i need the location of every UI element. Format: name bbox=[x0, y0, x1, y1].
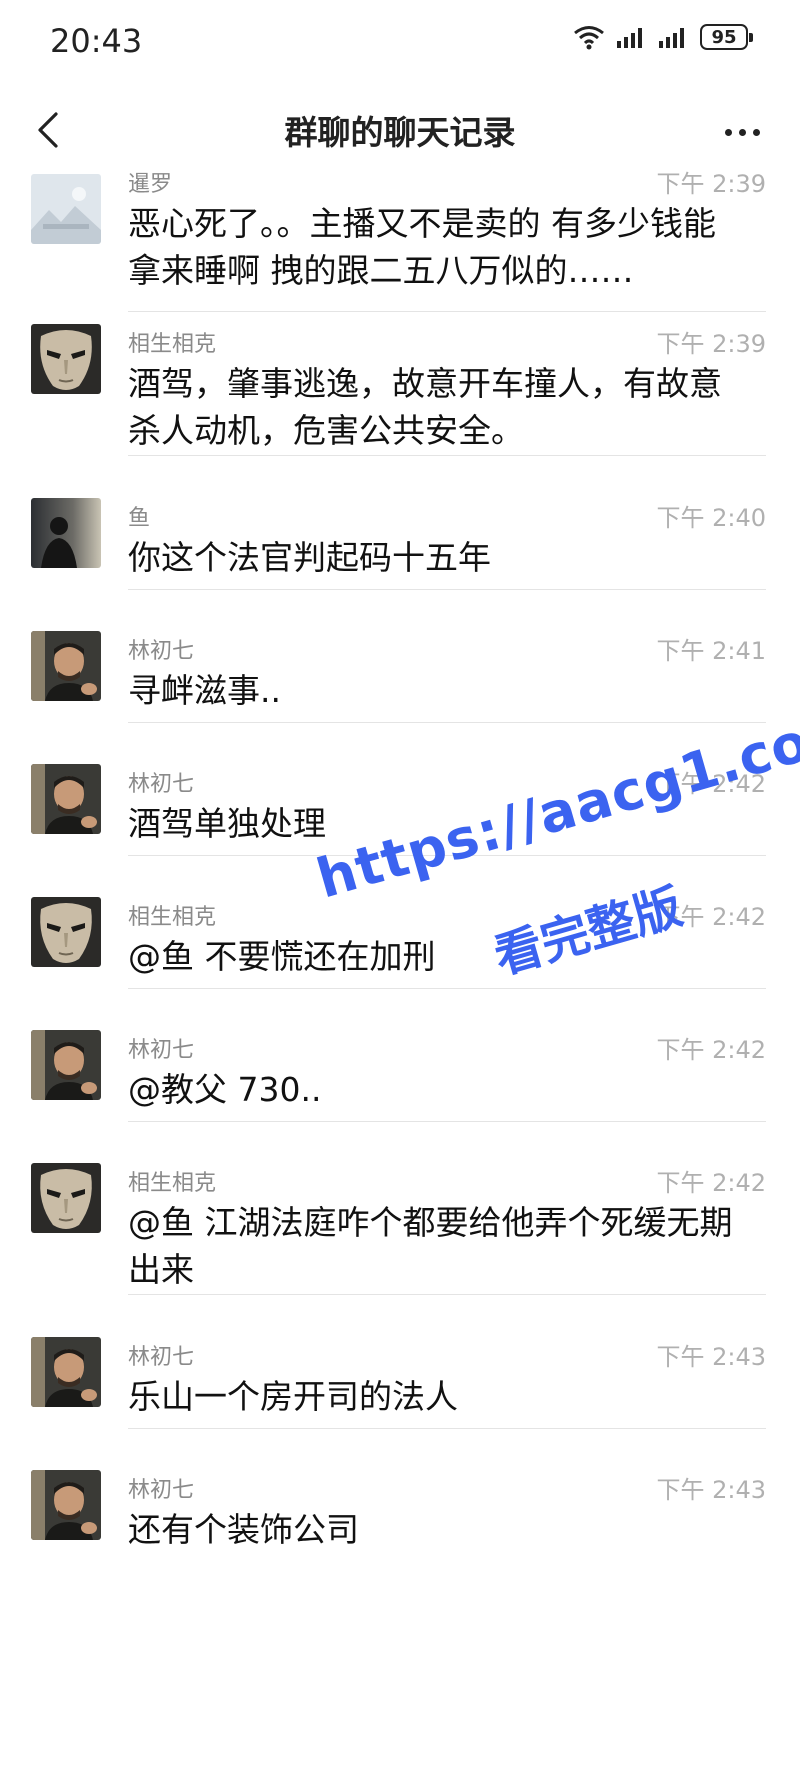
message-text: 酒驾，肇事逃逸，故意开车撞人，有故意 杀人动机，危害公共安全。 bbox=[128, 360, 768, 454]
message-text: 你这个法官判起码十五年 bbox=[128, 534, 768, 581]
sender-name: 相生相克 bbox=[128, 1171, 217, 1196]
message-line: 乐山一个房开司的法人 bbox=[128, 1377, 458, 1416]
message-line: 拿来睡啊 拽的跟二五八万似的…… bbox=[128, 251, 634, 290]
sender-name: 暹罗 bbox=[128, 172, 173, 197]
signal-icon bbox=[616, 25, 648, 49]
wifi-icon bbox=[572, 24, 606, 50]
message-text: 乐山一个房开司的法人 bbox=[128, 1373, 768, 1420]
message-time: 下午 2:42 bbox=[656, 1169, 766, 1197]
man-avatar[interactable] bbox=[31, 1030, 101, 1100]
message-text: @鱼 不要慌还在加刑 bbox=[128, 933, 768, 980]
message-line: 酒驾，肇事逃逸，故意开车撞人，有故意 bbox=[128, 364, 722, 403]
nav-bar: 群聊的聊天记录 bbox=[0, 84, 800, 176]
message-line: 寻衅滋事.. bbox=[128, 671, 281, 710]
message-text: @鱼 江湖法庭咋个都要给他弄个死缓无期 出来 bbox=[128, 1199, 768, 1293]
message-time: 下午 2:43 bbox=[656, 1476, 766, 1504]
message-time: 下午 2:42 bbox=[656, 1036, 766, 1064]
message-line: 酒驾单独处理 bbox=[128, 804, 326, 843]
message-time: 下午 2:42 bbox=[656, 770, 766, 798]
mask-avatar[interactable] bbox=[31, 1163, 101, 1233]
more-button[interactable] bbox=[712, 112, 772, 152]
message-time: 下午 2:41 bbox=[656, 637, 766, 665]
message-time: 下午 2:39 bbox=[656, 170, 766, 198]
message-time: 下午 2:42 bbox=[656, 903, 766, 931]
status-icons: 95 bbox=[572, 24, 753, 50]
message-line: @鱼 不要慌还在加刑 bbox=[128, 937, 436, 976]
message-line: 杀人动机，危害公共安全。 bbox=[128, 411, 524, 450]
landscape-avatar[interactable] bbox=[31, 174, 101, 244]
message-text: 还有个装饰公司 bbox=[128, 1506, 768, 1553]
message-line: @教父 730.. bbox=[128, 1070, 322, 1109]
message-text: 寻衅滋事.. bbox=[128, 667, 768, 714]
sender-name: 林初七 bbox=[128, 772, 195, 797]
message-line: 还有个装饰公司 bbox=[128, 1510, 359, 1549]
message-text: 酒驾单独处理 bbox=[128, 800, 768, 847]
status-bar: 20:43 95 bbox=[0, 0, 800, 84]
sender-name: 林初七 bbox=[128, 1345, 195, 1370]
message-divider bbox=[128, 589, 766, 590]
more-dots-icon bbox=[724, 128, 732, 136]
status-time: 20:43 bbox=[50, 22, 143, 60]
message-divider bbox=[128, 311, 766, 312]
man-avatar[interactable] bbox=[31, 1470, 101, 1540]
message-divider bbox=[128, 455, 766, 456]
message-time: 下午 2:43 bbox=[656, 1343, 766, 1371]
man-avatar[interactable] bbox=[31, 631, 101, 701]
sender-name: 林初七 bbox=[128, 639, 195, 664]
silhouette-avatar[interactable] bbox=[31, 498, 101, 568]
sender-name: 相生相克 bbox=[128, 332, 217, 357]
message-text: @教父 730.. bbox=[128, 1066, 768, 1113]
message-text: 恶心死了。。主播又不是卖的 有多少钱能 拿来睡啊 拽的跟二五八万似的…… bbox=[128, 200, 768, 294]
message-divider bbox=[128, 1121, 766, 1122]
message-divider bbox=[128, 1428, 766, 1429]
message-line: @鱼 江湖法庭咋个都要给他弄个死缓无期 bbox=[128, 1203, 733, 1242]
mask-avatar[interactable] bbox=[31, 897, 101, 967]
sender-name: 林初七 bbox=[128, 1038, 195, 1063]
message-time: 下午 2:39 bbox=[656, 330, 766, 358]
message-line: 你这个法官判起码十五年 bbox=[128, 538, 491, 577]
message-line: 恶心死了。。主播又不是卖的 有多少钱能 bbox=[128, 204, 716, 243]
message-divider bbox=[128, 855, 766, 856]
message-time: 下午 2:40 bbox=[656, 504, 766, 532]
sender-name: 相生相克 bbox=[128, 905, 217, 930]
man-avatar[interactable] bbox=[31, 1337, 101, 1407]
message-divider bbox=[128, 722, 766, 723]
message-divider bbox=[128, 988, 766, 989]
sender-name: 林初七 bbox=[128, 1478, 195, 1503]
mask-avatar[interactable] bbox=[31, 324, 101, 394]
page-title: 群聊的聊天记录 bbox=[284, 113, 516, 152]
message-divider bbox=[128, 1294, 766, 1295]
battery-icon: 95 bbox=[700, 24, 753, 50]
man-avatar[interactable] bbox=[31, 764, 101, 834]
message-line: 出来 bbox=[128, 1250, 194, 1289]
signal-icon bbox=[658, 25, 690, 49]
sender-name: 鱼 bbox=[128, 506, 151, 531]
